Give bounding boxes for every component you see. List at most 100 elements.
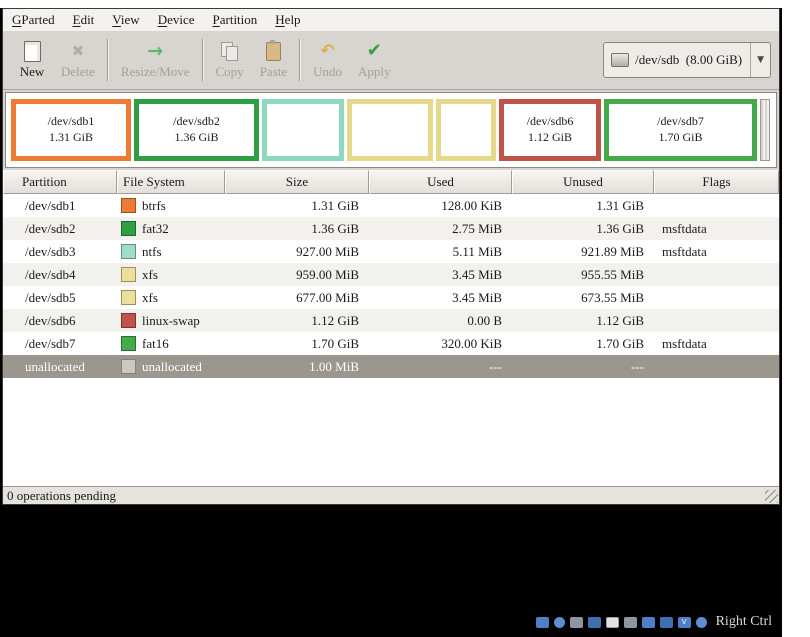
virtualization-icon[interactable]: V [677,616,691,628]
partition-name: /dev/sdb6 [25,312,76,328]
used-cell: --- [489,358,502,374]
shared-folders-icon[interactable] [623,616,637,628]
visual-partition-sdb6[interactable]: /dev/sdb6 1.12 GiB [499,99,601,161]
size-cell: 959.00 MiB [296,266,359,282]
column-header-partition: Partition [3,170,117,194]
table-row-sdb1[interactable]: /dev/sdb1 btrfs 1.31 GiB 128.00 KiB 1.31… [3,194,779,217]
resize-move-button[interactable]: → Resize/Move [113,35,198,85]
partition-name: unallocated [25,358,85,374]
audio-icon[interactable] [569,616,583,628]
apply-icon: ✔ [366,40,382,61]
undo-icon: ↶ [320,40,335,61]
delete-button[interactable]: ✖ Delete [53,35,103,85]
partition-name: /dev/sdb4 [25,266,76,282]
filesystem-color-swatch [121,290,136,305]
status-bar: 0 operations pending [3,486,779,504]
menu-device[interactable]: Device [149,10,204,30]
filesystem-color-swatch [121,198,136,213]
partition-name: /dev/sdb1 [25,197,76,213]
copy-icon [220,40,239,62]
resize-grip[interactable] [765,490,778,503]
table-body: /dev/sdb1 btrfs 1.31 GiB 128.00 KiB 1.31… [3,194,779,378]
size-cell: 1.00 MiB [309,358,359,374]
mouse-integration-icon[interactable] [695,616,707,628]
table-row-sdb6[interactable]: /dev/sdb6 linux-swap 1.12 GiB 0.00 B 1.1… [3,309,779,332]
new-button[interactable]: New [11,35,53,85]
toolbar-separator [106,39,109,81]
menu-gparted[interactable]: GParted [3,10,64,30]
visual-partition-sdb3[interactable] [262,99,344,161]
toolbar-separator [299,39,302,81]
partition-name: /dev/sdb7 [25,335,76,351]
paste-icon [265,39,281,62]
visual-partition-sdb1[interactable]: /dev/sdb1 1.31 GiB [11,99,131,161]
undo-button[interactable]: ↶ Undo [305,35,350,85]
partition-name: /dev/sdb5 [25,289,76,305]
filesystem-name: ntfs [142,243,162,259]
menu-edit[interactable]: Edit [64,10,104,30]
used-cell: 320.00 KiB [441,335,502,351]
table-row-sdb4[interactable]: /dev/sdb4 xfs 959.00 MiB 3.45 MiB 955.55… [3,263,779,286]
recording-icon[interactable] [659,616,673,628]
paste-button[interactable]: Paste [252,35,295,85]
visual-partition-sdb5[interactable] [436,99,496,161]
size-cell: 927.00 MiB [296,243,359,259]
filesystem-name: linux-swap [142,312,200,328]
table-row-sdb2[interactable]: /dev/sdb2 fat32 1.36 GiB 2.75 MiB 1.36 G… [3,217,779,240]
visual-partition-sdb7[interactable]: /dev/sdb7 1.70 GiB [604,99,757,161]
partition-table: Partition File System Size Used Unused F… [3,170,779,486]
partition-name: /dev/sdb3 [25,243,76,259]
used-cell: 3.45 MiB [452,289,502,305]
table-row-sdb3[interactable]: /dev/sdb3 ntfs 927.00 MiB 5.11 MiB 921.8… [3,240,779,263]
resize-move-icon: → [147,39,164,62]
unused-cell: --- [631,358,644,374]
filesystem-color-swatch [121,313,136,328]
column-header-used: Used [369,170,512,194]
filesystem-color-swatch [121,359,136,374]
virtualbox-status-bar: V Right Ctrl [535,614,772,630]
column-header-unused: Unused [512,170,654,194]
new-partition-icon [23,40,41,62]
table-row-sdb7[interactable]: /dev/sdb7 fat16 1.70 GiB 320.00 KiB 1.70… [3,332,779,355]
apply-button[interactable]: ✔ Apply [350,35,399,85]
unused-cell: 673.55 MiB [581,289,644,305]
visual-partition-sdb2[interactable]: /dev/sdb2 1.36 GiB [134,99,259,161]
hard-disk-icon[interactable] [535,616,549,628]
filesystem-name: xfs [142,266,158,282]
size-cell: 1.36 GiB [311,220,359,236]
used-cell: 128.00 KiB [441,197,502,213]
visual-partition-unallocated[interactable] [760,99,770,161]
device-selector[interactable]: /dev/sdb (8.00 GiB) ▼ [603,42,771,78]
delete-icon: ✖ [71,42,85,60]
gparted-window: GParted Edit View Device Partition Help … [2,8,780,505]
partition-name: /dev/sdb2 [25,220,76,236]
toolbar-separator [201,39,204,81]
used-cell: 5.11 MiB [452,243,502,259]
menu-partition[interactable]: Partition [204,10,267,30]
unused-cell: 1.36 GiB [596,220,644,236]
operations-pending-text: 0 operations pending [7,488,117,503]
filesystem-name: unallocated [142,358,202,374]
usb-icon[interactable] [605,616,619,628]
menu-help[interactable]: Help [266,10,309,30]
network-icon[interactable] [587,616,601,628]
visual-partition-sdb4[interactable] [347,99,433,161]
flags-cell: msftdata [662,335,707,351]
partition-visual-bar: /dev/sdb1 1.31 GiB /dev/sdb2 1.36 GiB /d… [5,92,777,168]
copy-button[interactable]: Copy [208,35,252,85]
optical-disk-icon[interactable] [553,616,565,628]
table-row-sdb5[interactable]: /dev/sdb5 xfs 677.00 MiB 3.45 MiB 673.55… [3,286,779,309]
display-icon[interactable] [641,616,655,628]
column-header-size: Size [225,170,369,194]
unused-cell: 1.12 GiB [596,312,644,328]
table-row-unallocated[interactable]: unallocated unallocated 1.00 MiB --- --- [3,355,779,378]
host-key-label: Right Ctrl [715,614,772,629]
used-cell: 3.45 MiB [452,266,502,282]
menu-view[interactable]: View [103,10,148,30]
filesystem-name: xfs [142,289,158,305]
filesystem-color-swatch [121,267,136,282]
filesystem-color-swatch [121,244,136,259]
chevron-down-icon: ▼ [750,43,770,77]
size-cell: 1.70 GiB [311,335,359,351]
used-cell: 0.00 B [467,312,502,328]
